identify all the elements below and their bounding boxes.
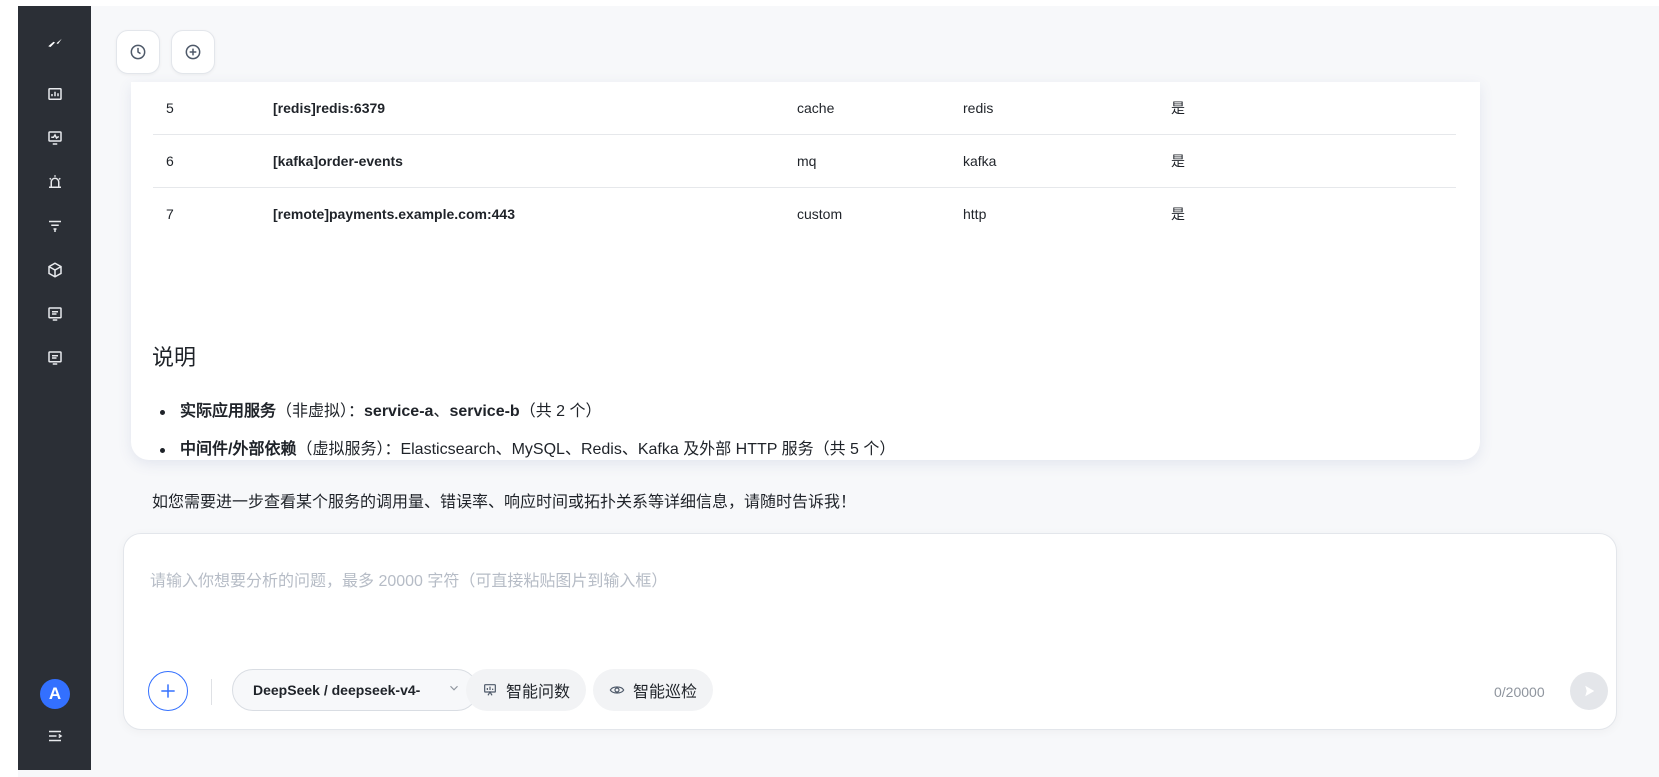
clock-icon <box>130 44 146 60</box>
plus-circle-icon <box>185 44 201 60</box>
document-icon[interactable] <box>18 298 91 330</box>
table-row: 5 [redis]redis:6379 cache redis 是 <box>153 82 1456 135</box>
new-chat-button[interactable] <box>171 30 215 74</box>
cell-category: mq <box>797 134 963 188</box>
bullet-label: 实际应用服务 <box>180 403 277 420</box>
chevron-down-icon <box>450 685 458 691</box>
cell-service-name: [kafka]order-events <box>273 134 797 188</box>
cell-virtual: 是 <box>1171 82 1456 135</box>
service-name: service-a <box>364 403 434 420</box>
explanation-list: 实际应用服务（非虚拟）：service-a、service-b（共 2 个） 中… <box>152 400 1452 476</box>
cell-index: 6 <box>153 134 273 188</box>
cell-virtual: 是 <box>1171 134 1456 188</box>
bullet-text: （虚拟服务）：Elasticsearch、MySQL、Redis、Kafka 及… <box>296 441 896 458</box>
table-row: 6 [kafka]order-events mq kafka 是 <box>153 134 1456 188</box>
service-name: service-b <box>449 403 520 420</box>
avatar[interactable]: A <box>40 679 70 709</box>
divider <box>211 679 212 705</box>
answer-card: 5 [redis]redis:6379 cache redis 是 6 [kaf… <box>131 82 1480 511</box>
cell-index: 7 <box>166 206 174 222</box>
model-select[interactable]: DeepSeek / deepseek-v4- <box>232 669 478 711</box>
list-item: 中间件/外部依赖（虚拟服务）：Elasticsearch、MySQL、Redis… <box>152 438 1452 476</box>
chat-input-placeholder[interactable]: 请输入你想要分析的问题，最多 20000 字符（可直接粘贴图片到输入框） <box>150 567 667 591</box>
cell-category: cache <box>797 82 963 135</box>
filter-icon[interactable] <box>18 210 91 242</box>
bullet-label: 中间件/外部依赖 <box>180 441 297 458</box>
avatar-initial: A <box>48 684 62 703</box>
chart-board-icon <box>484 684 496 696</box>
cell-index: 5 <box>153 82 273 135</box>
bullet-text: （共 2 个） <box>519 403 602 420</box>
alert-icon[interactable] <box>18 166 91 198</box>
char-counter: 0/20000 <box>1494 684 1545 700</box>
cell-type: redis <box>963 82 1171 135</box>
document-icon[interactable] <box>18 342 91 374</box>
smart-inspection-button[interactable]: 智能巡检 <box>593 669 714 711</box>
service-table: 5 [redis]redis:6379 cache redis 是 6 [kaf… <box>153 82 1456 240</box>
separator: 、 <box>433 403 450 420</box>
dashboard-icon[interactable] <box>18 78 91 110</box>
chat-input-box[interactable]: 请输入你想要分析的问题，最多 20000 字符（可直接粘贴图片到输入框） Dee… <box>123 533 1617 730</box>
smart-inspection-label: 智能巡检 <box>633 684 698 701</box>
collapse-sidebar-icon[interactable] <box>18 720 91 752</box>
send-button[interactable] <box>1570 672 1608 710</box>
cell-category: custom <box>797 206 843 222</box>
send-icon <box>1585 685 1595 697</box>
cube-icon[interactable] <box>18 254 91 286</box>
smart-query-button[interactable]: 智能问数 <box>466 669 587 711</box>
table-row: 7 [remote]payments.example.com:443 custo… <box>153 188 1456 241</box>
bullet-text: （非虚拟）： <box>276 403 365 420</box>
monitor-icon[interactable] <box>18 122 91 154</box>
explanation-heading: 说明 <box>152 345 197 370</box>
cell-type: http <box>963 206 987 222</box>
main-area: 5 [redis]redis:6379 cache redis 是 6 [kaf… <box>91 6 1629 770</box>
followup-note: 如您需要进一步查看某个服务的调用量、错误率、响应时间或拓扑关系等详细信息，请随时… <box>152 494 857 511</box>
attach-button[interactable] <box>148 671 188 711</box>
smart-query-label: 智能问数 <box>506 684 571 701</box>
eye-icon <box>609 686 625 694</box>
sidebar: A <box>18 6 91 770</box>
model-select-value: DeepSeek / deepseek-v4- <box>253 682 421 698</box>
history-button[interactable] <box>116 30 160 74</box>
plus-icon <box>161 684 175 698</box>
cell-service-name: [remote]payments.example.com:443 <box>273 206 515 222</box>
list-item: 实际应用服务（非虚拟）：service-a、service-b（共 2 个） <box>152 400 1452 438</box>
cell-type: kafka <box>963 134 1171 188</box>
cell-service-name: [redis]redis:6379 <box>273 82 797 135</box>
cell-virtual: 是 <box>1171 206 1185 222</box>
logo-icon[interactable] <box>18 28 91 60</box>
